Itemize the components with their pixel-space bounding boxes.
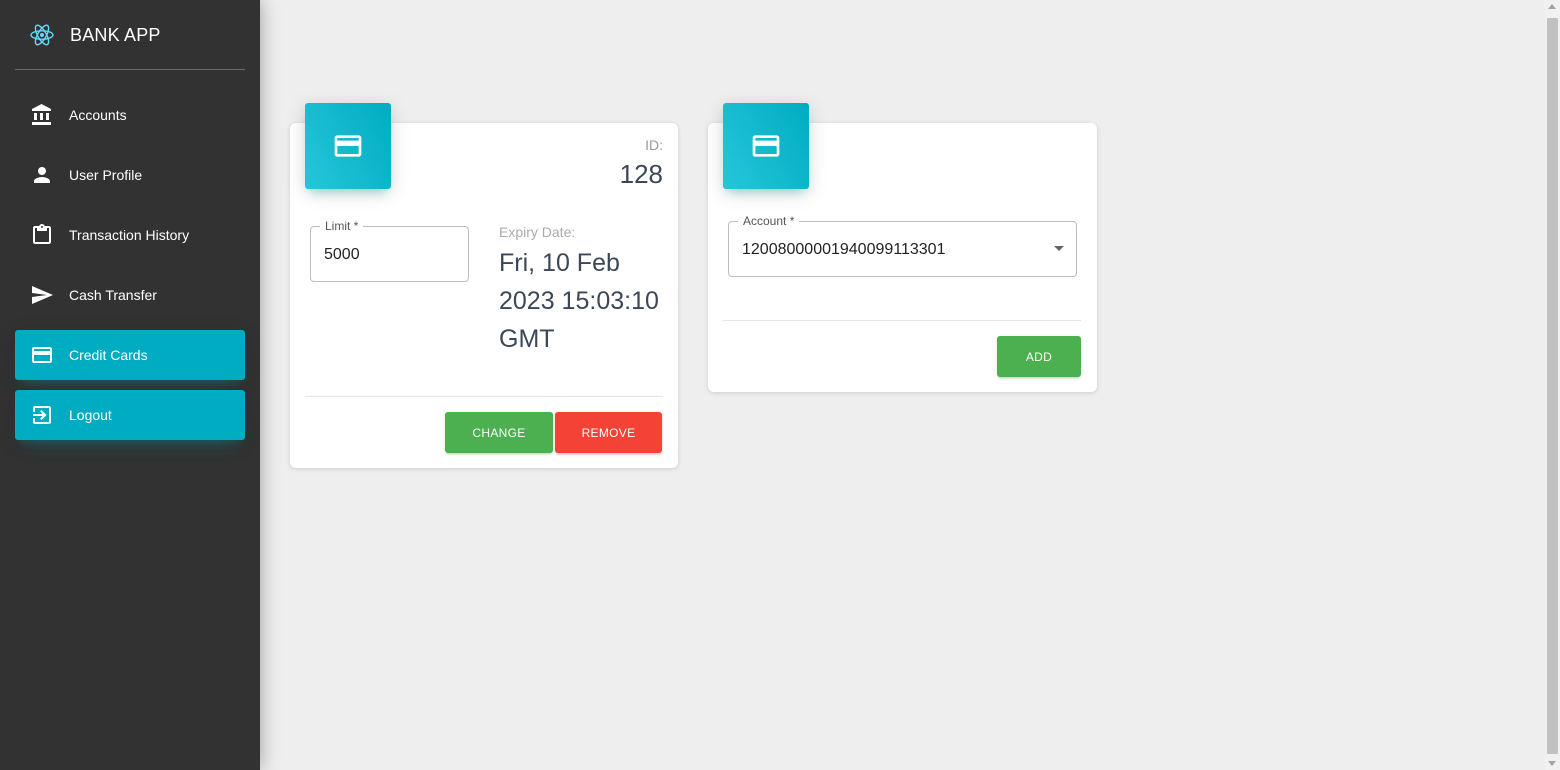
credit-card-icon [752, 135, 780, 157]
sidebar-item-label: Logout [69, 407, 112, 423]
page-scrollbar[interactable] [1545, 0, 1560, 770]
card-divider [723, 320, 1081, 321]
person-icon [34, 167, 50, 183]
sidebar-item-credit-cards[interactable]: Credit Cards [15, 330, 245, 380]
bank-icon [32, 104, 51, 125]
card-header-icon [723, 103, 809, 189]
sidebar-item-cash-transfer[interactable]: Cash Transfer [15, 270, 245, 320]
sidebar-item-label: Credit Cards [69, 347, 148, 363]
card-header-icon [305, 103, 391, 189]
react-atom-icon [30, 24, 54, 46]
credit-card-icon [334, 135, 362, 157]
limit-field-value[interactable]: 5000 [324, 245, 360, 265]
dropdown-arrow-icon[interactable] [1054, 246, 1064, 251]
limit-field-label: Limit * [320, 217, 364, 235]
sidebar-item-label: Accounts [69, 107, 127, 123]
expiry-date-line-3: GMT [499, 325, 555, 353]
sidebar-item-label: User Profile [69, 167, 143, 183]
remove-button[interactable]: REMOVE [555, 412, 662, 453]
card-id-label: ID: [645, 137, 663, 153]
credit-card-icon [32, 347, 52, 363]
sidebar: BANK APP Accounts User Profile Transacti… [0, 0, 260, 770]
scrollbar-thumb[interactable] [1547, 18, 1558, 754]
logout-icon [33, 406, 51, 424]
expiry-date-line-1: Fri, 10 Feb [499, 249, 620, 277]
add-button[interactable]: ADD [997, 336, 1081, 377]
new-credit-card-panel: Account * 12008000001940099113301 ADD [708, 103, 1097, 392]
sidebar-item-label: Transaction History [69, 227, 190, 243]
brand[interactable]: BANK APP [15, 0, 245, 70]
sidebar-item-transaction-history[interactable]: Transaction History [15, 210, 245, 260]
scroll-down-arrow-icon[interactable] [1548, 761, 1556, 766]
brand-name: BANK APP [70, 25, 161, 45]
clipboard-icon [33, 224, 51, 244]
expiry-date-line-2: 2023 15:03:10 [499, 287, 659, 315]
account-select-value: 12008000001940099113301 [742, 241, 946, 258]
change-button[interactable]: CHANGE [445, 412, 553, 453]
send-icon [32, 286, 53, 304]
card-id-value: 128 [619, 159, 663, 189]
card-divider [305, 396, 663, 397]
account-select-label: Account * [738, 212, 800, 230]
scroll-up-arrow-icon[interactable] [1548, 4, 1556, 9]
account-select[interactable]: Account * 12008000001940099113301 [728, 212, 1077, 277]
sidebar-item-label: Cash Transfer [69, 287, 157, 303]
credit-card-panel: ID: 128 Limit * 5000 Expiry Date: Fri, 1… [290, 103, 678, 468]
sidebar-item-accounts[interactable]: Accounts [15, 90, 245, 140]
expiry-date-label: Expiry Date: [499, 224, 576, 240]
sidebar-item-user-profile[interactable]: User Profile [15, 150, 245, 200]
limit-field[interactable]: Limit * 5000 [310, 217, 469, 282]
sidebar-item-logout[interactable]: Logout [15, 390, 245, 440]
